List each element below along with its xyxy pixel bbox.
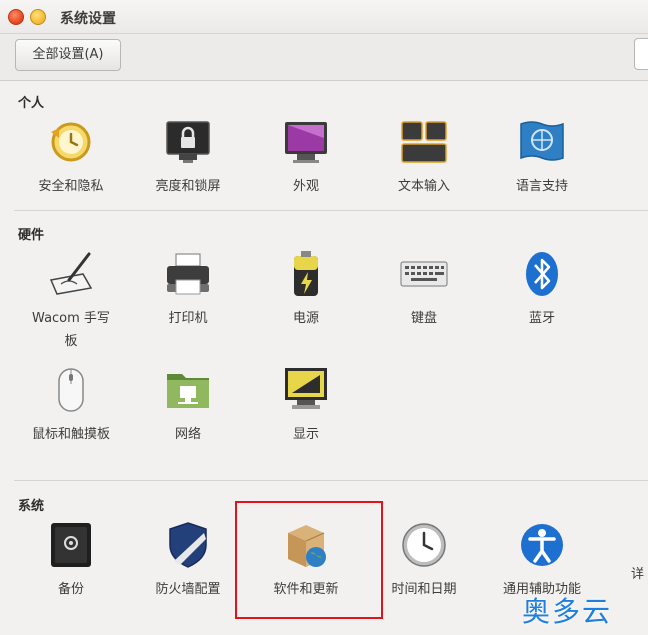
item-text-entry[interactable]: 文本输入 [369,118,479,198]
item-language-support[interactable]: 语言支持 [487,118,597,198]
brightness-lock-icon [164,118,212,166]
item-label: 显示 [292,427,319,442]
mouse-touchpad-icon [47,366,95,414]
appearance-icon [282,118,330,166]
item-label: Wacom 手写板 [32,311,110,349]
item-mouse-touchpad[interactable]: 鼠标和触摸板 [16,366,126,446]
security-privacy-icon [47,118,95,166]
item-label: 防火墙配置 [155,582,221,597]
section-label-system: 系统 [18,499,45,514]
item-label: 备份 [57,582,84,597]
close-window-button[interactable] [8,9,24,25]
item-display[interactable]: 显示 [251,366,361,446]
section-divider [14,210,648,211]
item-label: 外观 [292,179,319,194]
item-firewall[interactable]: 防火墙配置 [133,521,243,601]
section-label-personal: 个人 [18,96,45,111]
item-network[interactable]: 网络 [133,366,243,446]
backup-icon [47,521,95,569]
item-universal-access[interactable]: 通用辅助功能 [487,521,597,601]
watermark: 奥多云 [522,595,613,628]
network-icon [164,366,212,414]
item-backup[interactable]: 备份 [16,521,126,601]
item-brightness-lock[interactable]: 亮度和锁屏 [133,118,243,198]
power-icon [282,250,330,298]
all-settings-button[interactable]: 全部设置(A) [15,39,121,71]
search-field[interactable] [634,38,648,70]
system-settings-window: 系统设置 全部设置(A) 个人 安全和隐私 亮度和锁屏 外观 文本输入 语言支持… [0,0,648,635]
item-label: 语言支持 [515,179,568,194]
keyboard-icon [400,250,448,298]
item-label: 键盘 [410,311,437,326]
item-label: 安全和隐私 [38,179,104,194]
item-label: 网络 [174,427,201,442]
item-time-date[interactable]: 时间和日期 [369,521,479,601]
item-appearance[interactable]: 外观 [251,118,361,198]
item-keyboard[interactable]: 键盘 [369,250,479,330]
time-date-icon [400,521,448,569]
item-label: 文本输入 [397,179,450,194]
item-power[interactable]: 电源 [251,250,361,330]
item-bluetooth[interactable]: 蓝牙 [487,250,597,330]
item-label: 时间和日期 [391,582,457,597]
item-wacom-tablet[interactable]: Wacom 手写板 [16,250,126,353]
language-support-icon [518,118,566,166]
wacom-tablet-icon [47,250,95,298]
minimize-window-button[interactable] [30,9,46,25]
item-label: 蓝牙 [528,311,555,326]
window-title: 系统设置 [60,11,116,27]
item-details-partial[interactable]: 详 [631,563,644,582]
item-label: 亮度和锁屏 [155,179,221,194]
bluetooth-icon [518,250,566,298]
printer-icon [164,250,212,298]
item-label: 打印机 [168,311,208,326]
text-entry-icon [400,118,448,166]
item-printer[interactable]: 打印机 [133,250,243,330]
title-bar: 系统设置 [0,0,648,34]
item-label: 电源 [292,311,319,326]
display-icon [282,366,330,414]
toolbar: 全部设置(A) [0,34,648,81]
item-label: 鼠标和触摸板 [31,427,110,442]
section-label-hardware: 硬件 [18,228,45,243]
firewall-icon [164,521,212,569]
highlight-box [235,501,383,619]
section-divider [14,480,648,481]
universal-access-icon [518,521,566,569]
item-security-privacy[interactable]: 安全和隐私 [16,118,126,198]
